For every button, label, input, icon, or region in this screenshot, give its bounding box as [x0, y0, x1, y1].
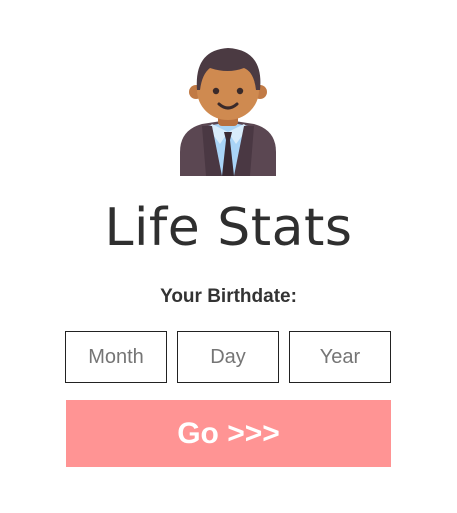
businessman-avatar-icon: [180, 48, 276, 176]
day-input[interactable]: [177, 331, 279, 383]
birthdate-label: Your Birthdate:: [160, 286, 297, 307]
month-input[interactable]: [65, 331, 167, 383]
year-input[interactable]: [289, 331, 391, 383]
page-title: Life Stats: [104, 198, 353, 258]
go-button[interactable]: Go >>>: [66, 400, 391, 467]
